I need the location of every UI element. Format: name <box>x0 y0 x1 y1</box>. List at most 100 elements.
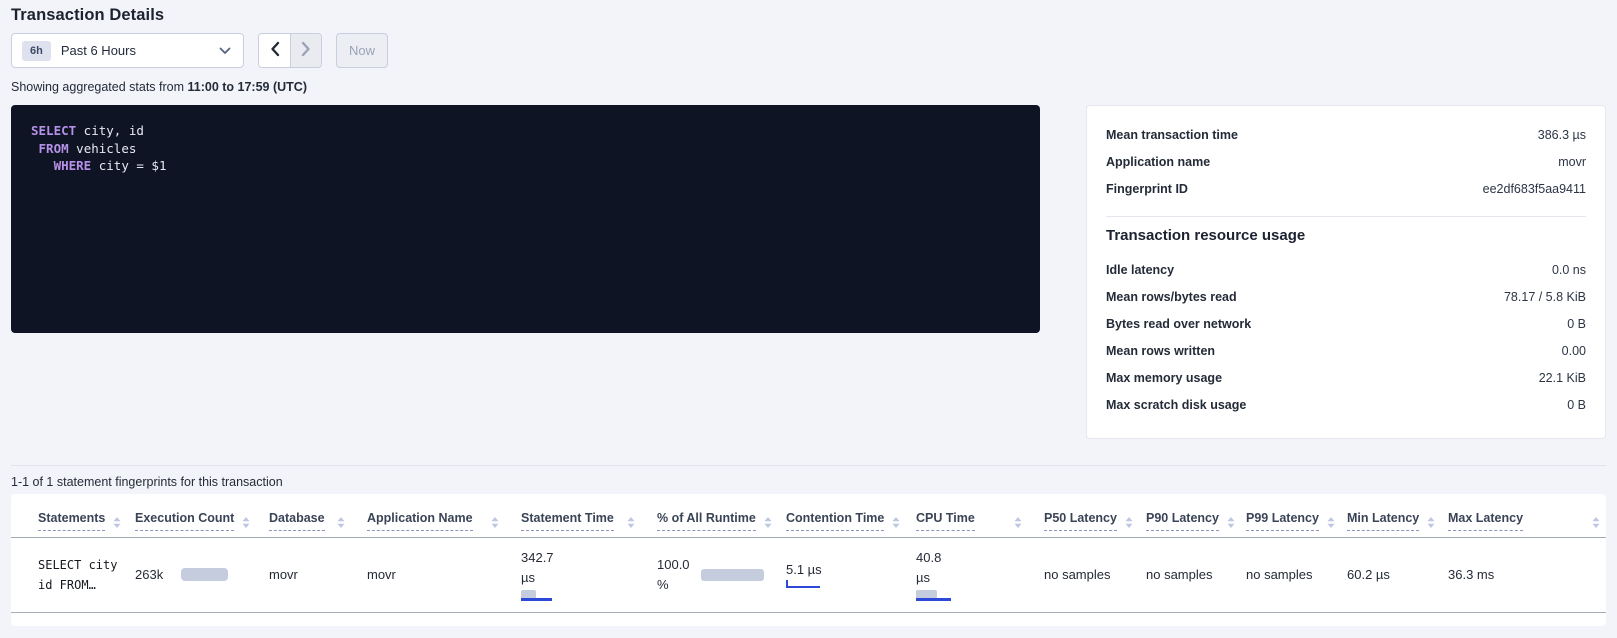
summary-label: Fingerprint ID <box>1106 182 1188 196</box>
chevron-down-icon <box>219 47 231 55</box>
stats-line-range: 11:00 to 17:59 (UTC) <box>188 80 307 94</box>
column-header-application-name: Application Name <box>351 494 505 537</box>
resource-value: 22.1 KiB <box>1539 371 1586 385</box>
sql-text: vehicles <box>69 141 137 156</box>
sql-text: city, id <box>76 123 144 138</box>
now-button[interactable]: Now <box>336 33 388 68</box>
cell-min-latency: 60.2 µs <box>1331 537 1432 612</box>
resource-row-idle-latency: Idle latency 0.0 ns <box>1106 256 1586 283</box>
chevron-left-icon <box>270 41 280 60</box>
sql-line: WHERE city = $1 <box>31 157 1020 175</box>
column-header-p99-latency: P99 Latency <box>1230 494 1331 537</box>
resource-label: Idle latency <box>1106 263 1174 277</box>
cell-p99-latency: no samples <box>1230 537 1331 612</box>
resource-usage-title: Transaction resource usage <box>1106 227 1586 244</box>
resource-value: 0 B <box>1567 398 1586 412</box>
cell-application-name: movr <box>351 537 505 612</box>
resource-value: 78.17 / 5.8 KiB <box>1504 290 1586 304</box>
statement-link[interactable]: SELECT city, id FROM… <box>38 555 113 595</box>
resource-row-max-scratch-disk-usage: Max scratch disk usage 0 B <box>1106 391 1586 418</box>
time-range-dropdown[interactable]: 6h Past 6 Hours <box>11 33 244 68</box>
statement-row: SELECT city, id FROM… 263k movr movr <box>11 537 1606 612</box>
cell-max-latency: 36.3 ms <box>1432 537 1606 612</box>
resource-label: Mean rows/bytes read <box>1106 290 1237 304</box>
sql-keyword: SELECT <box>31 123 76 138</box>
contention-time-bar <box>786 580 820 588</box>
column-header-min-latency: Min Latency <box>1331 494 1432 537</box>
cell-p50-latency: no samples <box>1028 537 1130 612</box>
column-header-p90-latency: P90 Latency <box>1130 494 1230 537</box>
runtime-bar <box>701 569 764 581</box>
cell-cpu-time: 40.8 µs <box>900 537 1028 612</box>
column-header-execution-count: Execution Count <box>119 494 253 537</box>
column-header-statements: Statements <box>11 494 119 537</box>
cell-pct-runtime: 100.0 % <box>641 537 770 612</box>
summary-row-fingerprint-id: Fingerprint ID ee2df683f5aa9411 <box>1106 175 1586 202</box>
resource-value: 0.00 <box>1562 344 1586 358</box>
bar-line <box>521 598 552 601</box>
execution-count-bar <box>181 568 228 581</box>
resource-value: 0 B <box>1567 317 1586 331</box>
summary-row-mean-transaction-time: Mean transaction time 386.3 µs <box>1106 121 1586 148</box>
sort-icon[interactable] <box>491 517 499 528</box>
resource-label: Mean rows written <box>1106 344 1215 358</box>
sort-icon[interactable] <box>892 517 900 528</box>
aggregated-stats-line: Showing aggregated stats from 11:00 to 1… <box>11 80 1606 94</box>
resource-label: Max scratch disk usage <box>1106 398 1246 412</box>
sql-line: SELECT city, id <box>31 122 1020 140</box>
database-value: movr <box>269 567 298 582</box>
column-header-contention-time: Contention Time <box>770 494 900 537</box>
contention-time-value: 5.1 µs <box>786 562 822 577</box>
transaction-summary-card: Mean transaction time 386.3 µs Applicati… <box>1086 105 1606 439</box>
previous-interval-button[interactable] <box>259 34 290 67</box>
cell-contention-time: 5.1 µs <box>770 537 900 612</box>
sql-query-box: SELECT city, id FROM vehicles WHERE city… <box>11 105 1040 333</box>
cell-execution-count: 263k <box>119 537 253 612</box>
cell-database: movr <box>253 537 351 612</box>
stats-line-prefix: Showing aggregated stats from <box>11 80 188 94</box>
table-header-row: Statements Execution Count Database Appl… <box>11 494 1606 537</box>
runtime-unit: % <box>657 577 669 592</box>
p50-latency-value: no samples <box>1044 567 1110 582</box>
cpu-time-value: 40.8 <box>916 548 1022 568</box>
p90-latency-value: no samples <box>1146 567 1212 582</box>
column-header-statement-time: Statement Time <box>505 494 641 537</box>
main-content-row: SELECT city, id FROM vehicles WHERE city… <box>11 105 1606 439</box>
sort-icon[interactable] <box>627 517 635 528</box>
sort-icon[interactable] <box>1427 517 1435 528</box>
sort-icon[interactable] <box>1227 517 1235 528</box>
resource-label: Bytes read over network <box>1106 317 1251 331</box>
column-header-pct-runtime: % of All Runtime <box>641 494 770 537</box>
summary-value: 386.3 µs <box>1538 128 1586 142</box>
statement-time-unit: µs <box>521 568 635 588</box>
statements-table: Statements Execution Count Database Appl… <box>11 494 1606 613</box>
cpu-time-bar <box>916 590 964 601</box>
chevron-right-icon <box>301 41 311 60</box>
transaction-details-page: Transaction Details 6h Past 6 Hours Now … <box>0 0 1617 626</box>
cell-statement-time: 342.7 µs <box>505 537 641 612</box>
sort-icon[interactable] <box>764 517 772 528</box>
statements-table-card: Statements Execution Count Database Appl… <box>11 494 1606 626</box>
sort-icon[interactable] <box>337 517 345 528</box>
sql-indent <box>31 158 54 173</box>
sort-icon[interactable] <box>1125 517 1133 528</box>
sort-icon[interactable] <box>1014 517 1022 528</box>
sort-icon[interactable] <box>1592 517 1600 528</box>
resource-row-mean-rows-written: Mean rows written 0.00 <box>1106 337 1586 364</box>
sort-icon[interactable] <box>1327 517 1335 528</box>
next-interval-button[interactable] <box>290 34 321 67</box>
statement-text-line: id FROM… <box>38 575 113 595</box>
column-header-max-latency: Max Latency <box>1432 494 1606 537</box>
sql-keyword: WHERE <box>54 158 92 173</box>
sort-icon[interactable] <box>113 517 121 528</box>
resource-row-mean-rows-bytes-read: Mean rows/bytes read 78.17 / 5.8 KiB <box>1106 283 1586 310</box>
execution-count-value: 263k <box>135 567 163 582</box>
max-latency-value: 36.3 ms <box>1448 567 1494 582</box>
sort-icon[interactable] <box>242 517 250 528</box>
time-controls: 6h Past 6 Hours Now <box>11 33 1606 68</box>
summary-label: Application name <box>1106 155 1210 169</box>
sql-text: city = $1 <box>91 158 166 173</box>
time-step-buttons <box>258 33 322 68</box>
resource-row-max-memory-usage: Max memory usage 22.1 KiB <box>1106 364 1586 391</box>
sql-keyword: FROM <box>39 141 69 156</box>
